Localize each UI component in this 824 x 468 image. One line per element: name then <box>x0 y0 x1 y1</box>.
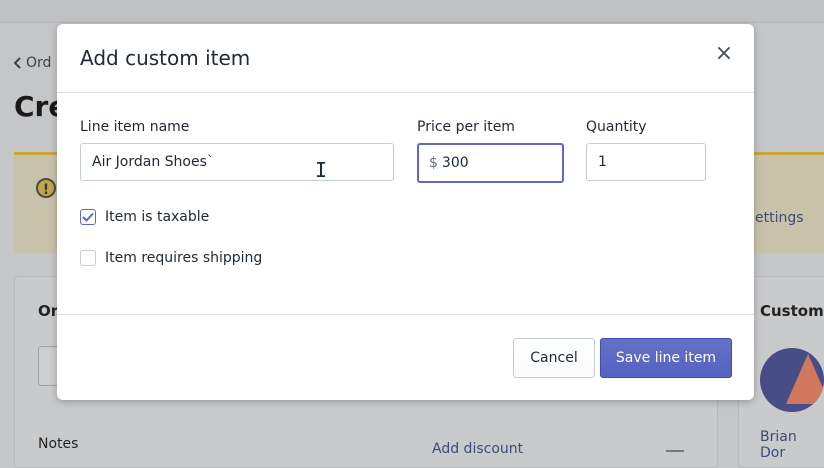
close-button[interactable]: × <box>709 38 739 68</box>
quantity-input[interactable]: 1 <box>586 143 706 181</box>
back-link[interactable]: Ord <box>14 55 51 71</box>
close-icon: × <box>714 40 734 66</box>
price-per-item-input[interactable]: $ 300 <box>417 143 564 183</box>
shipping-label: Item requires shipping <box>105 250 263 266</box>
line-item-name-value: Air Jordan Shoes` <box>92 154 214 170</box>
save-line-item-button[interactable]: Save line item <box>600 338 732 378</box>
price-value: 300 <box>441 155 469 171</box>
cancel-button[interactable]: Cancel <box>513 338 595 378</box>
notes-label: Notes <box>38 436 79 452</box>
checkmark-icon <box>82 212 94 222</box>
quantity-value: 1 <box>598 154 607 170</box>
modal-header: Add custom item × <box>57 24 754 93</box>
quantity-label: Quantity <box>586 119 647 135</box>
shipping-checkbox-row[interactable]: Item requires shipping <box>80 250 262 266</box>
modal-title: Add custom item <box>80 46 251 70</box>
chevron-left-icon <box>14 57 21 69</box>
back-link-label: Ord <box>26 55 52 71</box>
text-cursor-icon: I <box>315 158 328 182</box>
top-bar <box>0 0 824 23</box>
banner-settings-link[interactable]: ettings <box>755 210 804 226</box>
shipping-checkbox[interactable] <box>80 250 96 266</box>
footer-divider <box>57 314 754 315</box>
line-item-name-input[interactable]: Air Jordan Shoes` <box>80 143 394 181</box>
taxable-label: Item is taxable <box>105 209 210 225</box>
add-discount-link[interactable]: Add discount <box>432 441 523 457</box>
order-card-title: Or <box>38 302 59 320</box>
price-per-item-label: Price per item <box>417 119 515 135</box>
taxable-checkbox[interactable] <box>80 209 96 225</box>
line-item-name-label: Line item name <box>80 119 190 135</box>
avatar <box>760 348 824 412</box>
customer-card-title: Custom <box>760 302 824 320</box>
currency-prefix: $ <box>429 155 438 171</box>
dash-divider <box>666 450 684 452</box>
customer-name-link[interactable]: Brian Dor <box>760 429 824 461</box>
taxable-checkbox-row[interactable]: Item is taxable <box>80 209 209 225</box>
alert-icon: ! <box>36 178 56 198</box>
